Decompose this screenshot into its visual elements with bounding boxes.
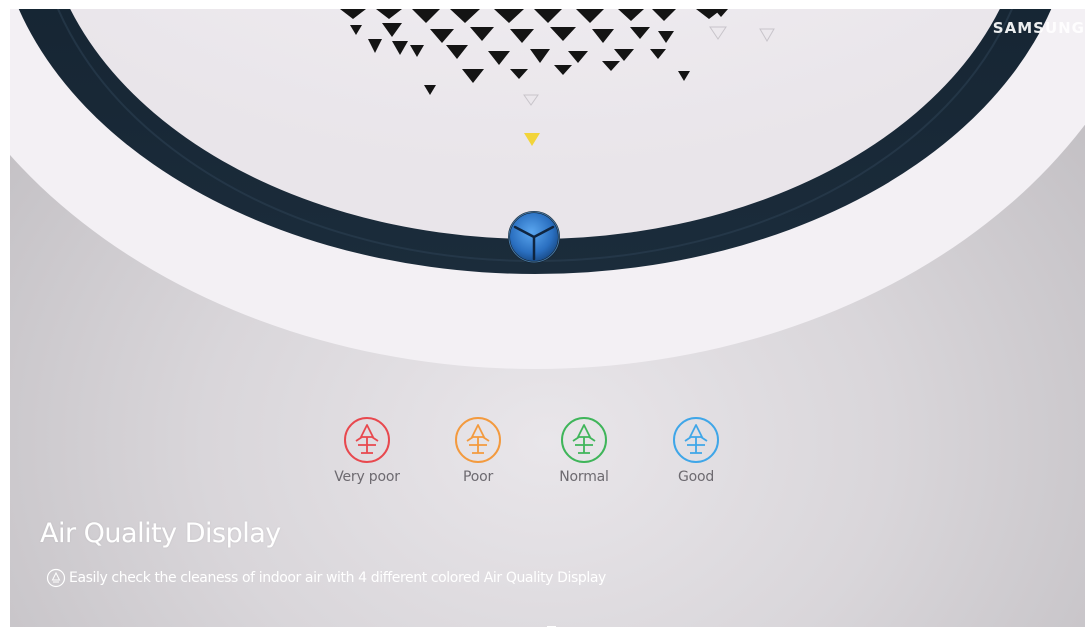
quality-level-poor: Poor	[428, 415, 528, 485]
center-button	[508, 211, 560, 263]
air-quality-icon	[561, 417, 607, 463]
quality-level-good: Good	[646, 415, 746, 485]
quality-label: Poor	[462, 469, 494, 485]
quality-label: Very poor	[334, 469, 400, 485]
quality-label: Good	[677, 469, 715, 485]
caption-description: Easily check the cleaness of indoor air …	[69, 570, 606, 586]
quality-level-very-poor: Very poor	[317, 415, 417, 485]
video-progress-marker	[547, 626, 556, 631]
product-scene: SAMSUNG Very poor Poor Normal Good Air Q…	[10, 9, 1085, 627]
samsung-logo: SAMSUNG	[992, 19, 1085, 37]
air-quality-icon	[46, 568, 66, 588]
caption-title: Air Quality Display	[40, 518, 281, 549]
air-quality-icon	[673, 417, 719, 463]
quality-label: Normal	[559, 469, 609, 485]
caption-description-row: Easily check the cleaness of indoor air …	[46, 568, 606, 588]
air-quality-icon	[344, 417, 390, 463]
air-quality-icon	[455, 417, 501, 463]
quality-level-normal: Normal	[534, 415, 634, 485]
